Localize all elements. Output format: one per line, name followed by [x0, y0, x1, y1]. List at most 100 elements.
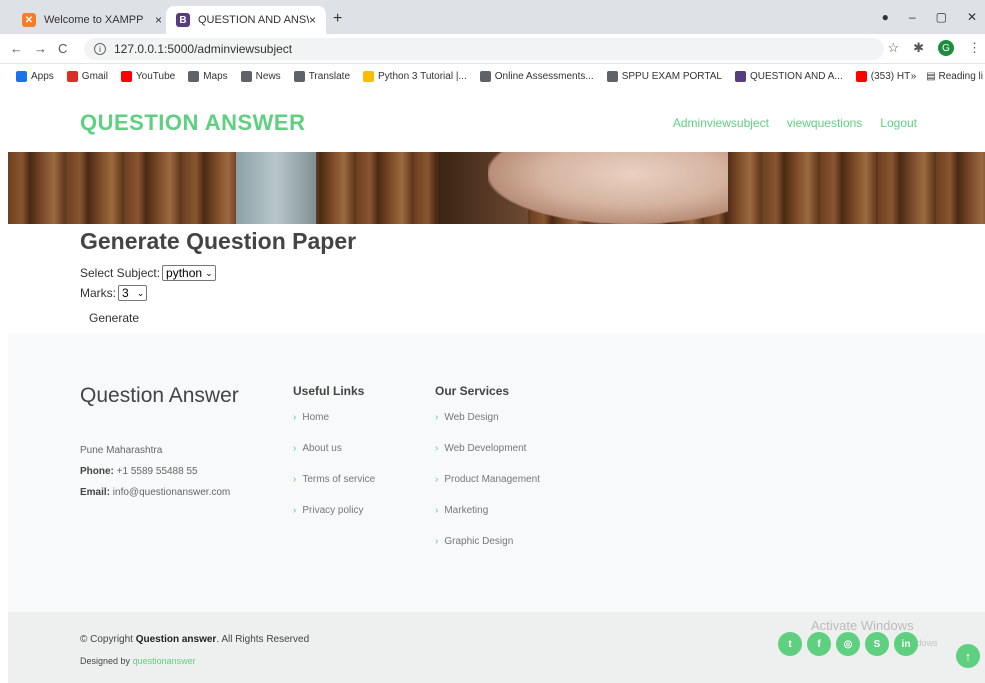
back-icon[interactable]: ←: [10, 41, 23, 56]
bookmark-item[interactable]: Apps: [16, 70, 54, 82]
skype-icon[interactable]: S: [865, 632, 889, 656]
nav-viewquestions[interactable]: viewquestions: [787, 116, 862, 130]
services-list: › Web Design › Web Development › Product Mana…: [435, 412, 540, 567]
top-nav: Adminviewsubject viewquestions Logout: [673, 116, 917, 130]
footer-email: Email: info@questionanswer.com: [80, 482, 230, 503]
service-link-label: Marketing: [444, 505, 489, 516]
facebook-icon[interactable]: f: [807, 632, 831, 656]
minimize-icon[interactable]: –: [909, 10, 916, 24]
tab-question-answer[interactable]: B QUESTION AND ANSWER ×: [166, 6, 326, 34]
bookmark-icon: [363, 70, 375, 82]
service-link-item[interactable]: › Product Management: [435, 474, 540, 505]
xampp-icon: ✕: [22, 13, 36, 27]
footer-contact: Pune Maharashtra Phone: +1 5589 55488 55…: [80, 440, 230, 503]
subject-label: Select Subject:: [80, 266, 161, 280]
url-text: 127.0.0.1:5000/adminviewsubject: [114, 42, 293, 56]
phone-value: +1 5589 55488 55: [116, 466, 198, 477]
bookmark-label: SPPU EXAM PORTAL: [621, 70, 722, 82]
bookmark-icon: [734, 70, 746, 82]
generate-button[interactable]: Generate: [89, 311, 139, 325]
instagram-icon[interactable]: ◎: [836, 632, 860, 656]
bookmark-item[interactable]: Maps: [188, 70, 228, 82]
tab-search-icon[interactable]: ●: [882, 10, 889, 24]
twitter-icon[interactable]: t: [778, 632, 802, 656]
extensions-icon[interactable]: ✱: [913, 40, 924, 56]
bookmark-star-icon[interactable]: ☆: [887, 40, 899, 56]
copyright-text: © Copyright Question answer. All Rights …: [80, 634, 309, 645]
bookmark-label: Online Assessments...: [494, 70, 594, 82]
bookmark-item[interactable]: Gmail: [66, 70, 108, 82]
info-icon[interactable]: i: [94, 43, 106, 55]
subject-select[interactable]: python ⌄: [162, 265, 216, 281]
marks-label: Marks:: [80, 286, 116, 300]
bookmark-label: Gmail: [81, 70, 108, 82]
new-tab-button[interactable]: +: [333, 10, 342, 28]
useful-link-label: Home: [302, 412, 330, 423]
chevron-right-icon: ›: [293, 443, 297, 454]
back-to-top-button[interactable]: ↑: [956, 644, 980, 668]
reload-icon[interactable]: C: [58, 41, 67, 56]
browser-tab-strip: ✕ Welcome to XAMPP × B QUESTION AND ANSW…: [0, 0, 985, 34]
service-link-item[interactable]: › Web Design: [435, 412, 540, 443]
marks-select[interactable]: 3 ⌄: [118, 285, 148, 301]
window-close-icon[interactable]: ✕: [967, 10, 977, 24]
forward-icon[interactable]: →: [34, 41, 47, 56]
useful-link-label: Privacy policy: [302, 505, 364, 516]
bookmark-item[interactable]: SPPU EXAM PORTAL: [606, 70, 722, 82]
useful-link-item[interactable]: › About us: [293, 443, 375, 474]
window-controls: ● – ▢ ✕: [882, 0, 985, 34]
site-logo[interactable]: QUESTION ANSWER: [80, 110, 305, 136]
bookmark-item[interactable]: News: [240, 70, 281, 82]
chevron-right-icon: ›: [435, 443, 439, 454]
bookmark-icon: [66, 70, 78, 82]
service-link-item[interactable]: › Graphic Design: [435, 536, 540, 567]
bookmark-item[interactable]: Online Assessments...: [479, 70, 594, 82]
close-icon[interactable]: ×: [155, 13, 162, 27]
service-link-label: Web Design: [444, 412, 499, 423]
subject-row: Select Subject: python ⌄: [80, 265, 216, 281]
bookmark-label: YouTube: [135, 70, 176, 82]
menu-icon[interactable]: ⋮: [968, 40, 981, 56]
designed-by-link[interactable]: questionanswer: [133, 656, 196, 666]
more-bookmarks-icon[interactable]: »: [911, 71, 917, 82]
nav-logout[interactable]: Logout: [880, 116, 917, 130]
chevron-down-icon: ⌄: [205, 267, 213, 278]
chevron-right-icon: ›: [435, 536, 439, 547]
copyright-prefix: © Copyright: [80, 634, 133, 645]
useful-link-item[interactable]: › Privacy policy: [293, 505, 375, 536]
designed-prefix: Designed by: [80, 656, 131, 666]
useful-link-item[interactable]: › Terms of service: [293, 474, 375, 505]
bookmark-icon: [855, 70, 867, 82]
service-link-item[interactable]: › Marketing: [435, 505, 540, 536]
services-title: Our Services: [435, 384, 510, 398]
bookmark-item[interactable]: YouTube: [120, 70, 176, 82]
url-field[interactable]: i 127.0.0.1:5000/adminviewsubject: [84, 38, 884, 60]
useful-link-label: Terms of service: [302, 474, 376, 485]
chevron-right-icon: ›: [293, 412, 297, 423]
bookmark-label: Python 3 Tutorial |...: [378, 70, 467, 82]
our-services: Our Services › Web Design › Web Development…: [435, 384, 540, 567]
service-link-label: Web Development: [444, 443, 527, 454]
reading-list[interactable]: ▤ Reading li: [926, 71, 983, 82]
hero-banner-image: [8, 152, 985, 224]
bookmark-item[interactable]: Python 3 Tutorial |...: [363, 70, 467, 82]
tab-title: Welcome to XAMPP: [44, 14, 144, 26]
profile-avatar[interactable]: G: [938, 40, 954, 56]
bookmark-label: News: [255, 70, 281, 82]
service-link-item[interactable]: › Web Development: [435, 443, 540, 474]
copyright-bar: © Copyright Question answer. All Rights …: [8, 612, 985, 683]
maximize-icon[interactable]: ▢: [936, 10, 947, 24]
tab-xampp[interactable]: ✕ Welcome to XAMPP ×: [12, 6, 172, 34]
bookmark-icon: [240, 70, 252, 82]
bookmark-item[interactable]: QUESTION AND A...: [734, 70, 843, 82]
chevron-right-icon: ›: [435, 505, 439, 516]
nav-adminviewsubject[interactable]: Adminviewsubject: [673, 116, 769, 130]
bootstrap-icon: B: [176, 13, 190, 27]
linkedin-icon[interactable]: in: [894, 632, 918, 656]
footer: Question Answer Pune Maharashtra Phone: …: [8, 334, 985, 612]
bookmark-item[interactable]: Translate: [293, 70, 350, 82]
useful-link-item[interactable]: › Home: [293, 412, 375, 443]
bookmark-icon: [188, 70, 200, 82]
close-icon[interactable]: ×: [309, 13, 316, 27]
reading-list-label: Reading li: [938, 70, 983, 82]
